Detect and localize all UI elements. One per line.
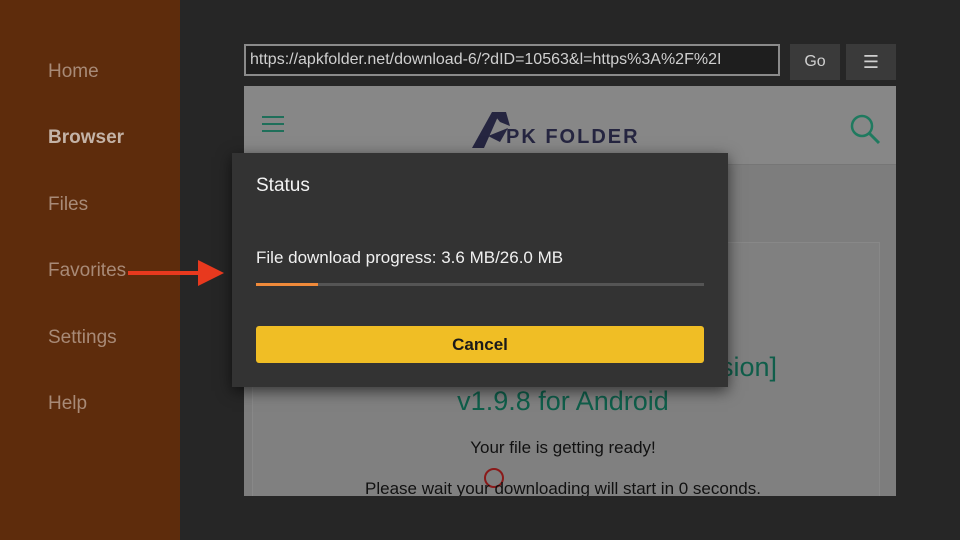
progress-text: File download progress: 3.6 MB/26.0 MB <box>256 248 564 267</box>
logo-mark-icon <box>472 112 510 148</box>
sidebar-item-browser[interactable]: Browser <box>48 127 124 149</box>
page-title-line2: v1.9.8 for Android <box>457 386 669 416</box>
wait-text: Please wait your downloading will start … <box>365 479 761 496</box>
sidebar-item-help[interactable]: Help <box>48 393 87 415</box>
hamburger-icon: ☰ <box>862 52 880 72</box>
progress-fill <box>256 283 318 286</box>
status-dialog: Status File download progress: 3.6 MB/26… <box>232 153 728 387</box>
go-button[interactable]: Go <box>790 44 840 80</box>
ready-text: Your file is getting ready! <box>470 438 656 457</box>
web-menu-icon[interactable] <box>262 116 284 132</box>
logo-text: PK FOLDER <box>506 126 640 148</box>
search-icon[interactable] <box>848 112 882 146</box>
cancel-button[interactable]: Cancel <box>256 326 704 363</box>
progress-bar <box>256 283 704 286</box>
sidebar-item-home[interactable]: Home <box>48 61 99 83</box>
sidebar-item-favorites[interactable]: Favorites <box>48 260 126 282</box>
red-arrow-icon <box>128 260 224 286</box>
dialog-title: Status <box>256 175 310 196</box>
sidebar-item-settings[interactable]: Settings <box>48 327 117 349</box>
menu-button[interactable]: ☰ <box>846 44 896 80</box>
url-input[interactable]: https://apkfolder.net/download-6/?dID=10… <box>244 44 780 76</box>
sidebar-item-files[interactable]: Files <box>48 194 88 216</box>
